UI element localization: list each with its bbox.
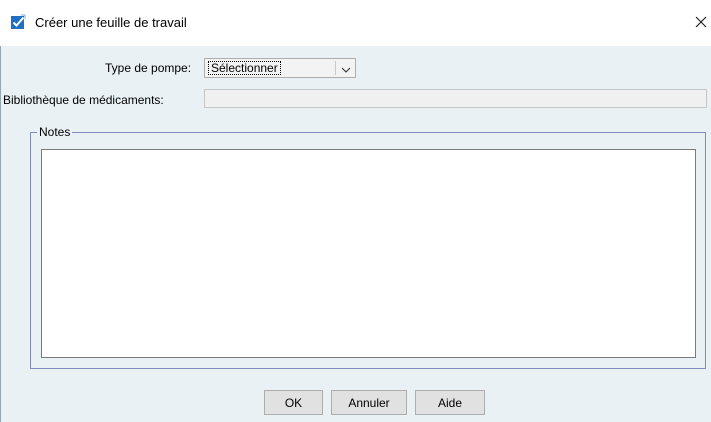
dialog-content: Type de pompe: Sélectionner Bibliothèque… bbox=[0, 46, 711, 422]
dialog-window: Créer une feuille de travail Type de pom… bbox=[0, 0, 711, 422]
cancel-button[interactable]: Annuler bbox=[331, 390, 407, 415]
pump-type-label: Type de pompe: bbox=[105, 61, 192, 75]
drug-library-field bbox=[204, 89, 707, 108]
close-icon bbox=[695, 12, 707, 33]
close-button[interactable] bbox=[690, 8, 711, 36]
window-title: Créer une feuille de travail bbox=[35, 15, 187, 30]
chevron-down-icon bbox=[340, 64, 352, 74]
select-divider bbox=[335, 61, 336, 75]
notes-legend: Notes bbox=[37, 125, 73, 139]
help-button[interactable]: Aide bbox=[415, 390, 485, 415]
ok-button-label: OK bbox=[284, 395, 303, 410]
cancel-button-label: Annuler bbox=[348, 395, 390, 410]
title-bar[interactable]: Créer une feuille de travail bbox=[0, 0, 711, 46]
pump-type-select[interactable]: Sélectionner bbox=[204, 58, 356, 78]
pump-type-value: Sélectionner bbox=[208, 61, 281, 75]
notes-textarea[interactable] bbox=[41, 149, 696, 358]
drug-library-label: Bibliothèque de médicaments: bbox=[3, 93, 164, 107]
help-button-label: Aide bbox=[437, 395, 463, 410]
ok-button[interactable]: OK bbox=[264, 390, 323, 415]
checkbox-checked-icon bbox=[10, 14, 26, 30]
